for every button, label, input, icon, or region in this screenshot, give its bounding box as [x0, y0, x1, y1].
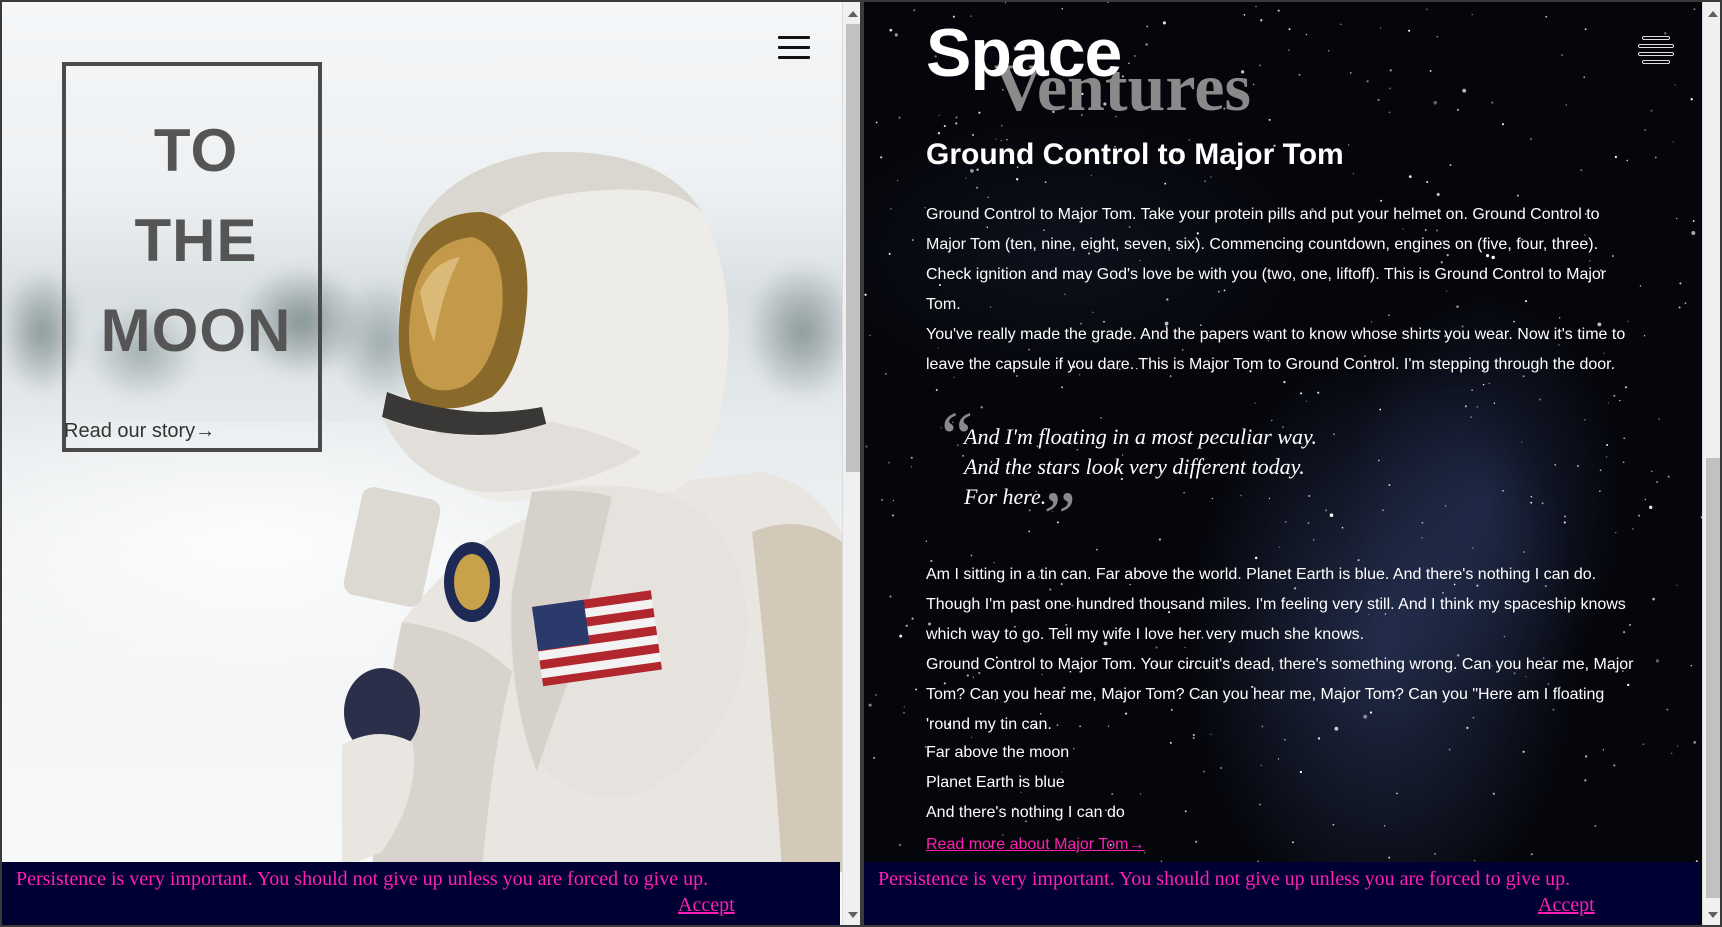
scrollbar[interactable] [842, 2, 860, 925]
menu-hamburger-icon[interactable] [778, 36, 810, 60]
scroll-up-icon[interactable] [848, 11, 858, 17]
accept-button[interactable]: Accept [1538, 894, 1595, 917]
read-our-story-link[interactable]: Read our story→ [64, 420, 215, 443]
article-heading: Ground Control to Major Tom [926, 138, 1344, 171]
scroll-down-icon[interactable] [848, 912, 858, 918]
menu-hamburger-icon[interactable] [1638, 34, 1674, 64]
title-frame: TO THE MOON [62, 62, 322, 452]
scroll-down-icon[interactable] [1708, 912, 1718, 918]
lyric-line-3: And there's nothing I can do [926, 804, 1125, 821]
scroll-up-icon[interactable] [1708, 11, 1718, 17]
close-quote-icon: ” [1036, 477, 1077, 557]
title-line-1: TO [153, 117, 239, 184]
accept-button[interactable]: Accept [678, 894, 735, 917]
title-line-2: THE [134, 207, 258, 274]
paragraph-3: Am I sitting in a tin can. Far above the… [926, 566, 1626, 643]
astronaut-image [342, 152, 842, 872]
quote-line-1: And I'm floating in a most peculiar way. [964, 424, 1318, 449]
title-line-3: MOON [100, 297, 292, 364]
quote-line-3: For here. [964, 484, 1047, 509]
cookie-banner: Persistence is very important. You shoul… [864, 862, 1700, 925]
right-page: Ventures Space Ground Control to Major T… [862, 0, 1722, 927]
lyric-line-1: Far above the moon [926, 744, 1070, 761]
banner-message: Persistence is very important. You shoul… [16, 868, 709, 890]
scrollbar-thumb[interactable] [846, 24, 860, 472]
lyric-line-2: Planet Earth is blue [926, 774, 1065, 791]
read-more-link[interactable]: Read more about Major Tom→ [926, 836, 1144, 854]
cookie-banner: Persistence is very important. You shoul… [2, 862, 840, 925]
blockquote: “ And I'm floating in a most peculiar wa… [926, 397, 1426, 557]
paragraph-1: Ground Control to Major Tom. Take your p… [926, 206, 1607, 313]
banner-message: Persistence is very important. You shoul… [878, 868, 1571, 890]
paragraph-4: Ground Control to Major Tom. Your circui… [926, 656, 1634, 733]
scrollbar[interactable] [1702, 2, 1720, 925]
left-page: TO THE MOON Read our story→ Persistence … [0, 0, 862, 927]
logo-space: Space [926, 15, 1122, 91]
scrollbar-thumb[interactable] [1706, 458, 1720, 898]
quote-line-2: And the stars look very different today. [964, 454, 1305, 479]
paragraph-2: You've really made the grade. And the pa… [926, 326, 1626, 373]
